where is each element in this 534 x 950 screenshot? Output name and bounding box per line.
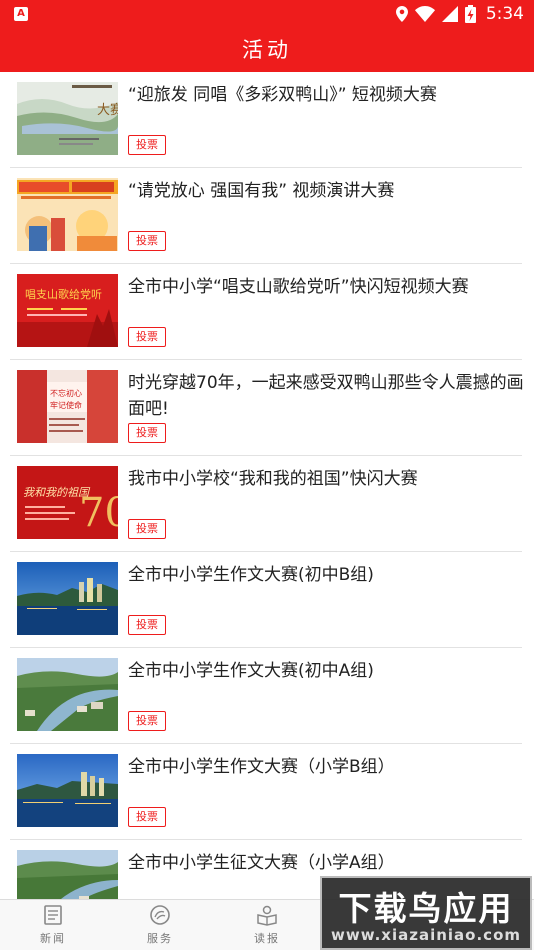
activity-title[interactable]: “迎旅发 同唱《多彩双鸭山》” 短视频大赛 [128,82,524,108]
activity-item[interactable]: 不忘初心 牢记使命 时光穿越70年，一起来感受双鸭山那些令人震撼的画面吧! 投票 [10,360,524,456]
activity-title[interactable]: 全市中小学生作文大赛(初中B组) [128,562,524,588]
status-icons: 5:34 [395,4,524,24]
activity-item[interactable]: 全市中小学生作文大赛(初中B组) 投票 [10,552,522,648]
activity-title[interactable]: 全市中小学“唱支山歌给党听”快闪短视频大赛 [128,274,524,300]
read-paper-icon [257,905,277,926]
activity-title[interactable]: 全市中小学生作文大赛(初中A组) [128,658,524,684]
activity-item[interactable]: 全市中小学生作文大赛（小学B组） 投票 [10,744,522,840]
watermark-logo: 下载鸟应用 www.xiazainiao.com [320,876,532,950]
nav-item-service[interactable]: 服务 [120,904,200,948]
vote-button[interactable]: 投票 [128,423,166,443]
svg-text:不忘初心: 不忘初心 [50,388,82,398]
motherland-poster-image: 我和我的祖国 70 [17,466,118,539]
svg-text:大赛: 大赛 [97,102,118,118]
activity-item[interactable]: 唱支山歌给党听 全市中小学“唱支山歌给党听”快闪短视频大赛 投票 [10,264,522,360]
nav-label: 服务 [147,932,173,945]
activity-item[interactable]: 全市中小学生作文大赛(初中A组) 投票 [10,648,522,744]
activity-title[interactable]: 我市中小学校“我和我的祖国”快闪大赛 [128,466,524,492]
activity-thumbnail: 不忘初心 牢记使命 [17,370,118,443]
activity-thumbnail [17,562,118,635]
wifi-icon [414,6,435,22]
activity-title[interactable]: 全市中小学生征文大赛（小学A组） [128,850,524,876]
vote-button[interactable]: 投票 [128,807,166,827]
activity-thumbnail [17,658,118,731]
river-town-aerial-image [17,658,118,731]
party-poster-image [17,178,118,251]
page-title: 活动 [242,38,292,62]
nav-label: 读报 [254,932,280,945]
activity-thumbnail [17,178,118,251]
svg-text:唱支山歌给党听: 唱支山歌给党听 [25,287,102,301]
svg-text:70: 70 [79,490,118,536]
vote-button[interactable]: 投票 [128,711,166,731]
city-dusk-lake-image [17,754,118,827]
signal-icon [441,6,458,22]
activity-title[interactable]: 全市中小学生作文大赛（小学B组） [128,754,524,780]
location-icon [395,6,408,22]
nav-item-read-paper[interactable]: 读报 [227,904,307,948]
newspaper-icon [44,905,62,925]
red-banner-image: 唱支山歌给党听 [17,274,118,347]
activity-thumbnail [17,754,118,827]
watermark-title: 下载鸟应用 [338,889,514,928]
app-notification-icon: A [14,7,28,21]
nav-label: 新闻 [40,932,66,945]
status-time: 5:34 [485,4,524,24]
service-icon [150,905,170,925]
activity-thumbnail: 唱支山歌给党听 [17,274,118,347]
vote-button[interactable]: 投票 [128,135,166,155]
activity-item[interactable]: 大赛 “迎旅发 同唱《多彩双鸭山》” 短视频大赛 投票 [10,72,522,168]
vote-button[interactable]: 投票 [128,231,166,251]
activity-thumbnail: 我和我的祖国 70 [17,466,118,539]
vote-button[interactable]: 投票 [128,519,166,539]
activity-title[interactable]: “请党放心 强国有我” 视频演讲大赛 [128,178,524,204]
svg-text:牢记使命: 牢记使命 [50,400,82,410]
nav-item-news[interactable]: 新闻 [13,904,93,948]
activity-item[interactable]: 我和我的祖国 70 我市中小学校“我和我的祖国”快闪大赛 投票 [10,456,522,552]
activity-title[interactable]: 时光穿越70年，一起来感受双鸭山那些令人震撼的画面吧! [128,370,524,422]
watermark-url: www.xiazainiao.com [330,926,522,944]
party-memory-poster-image: 不忘初心 牢记使命 [17,370,118,443]
battery-charging-icon [464,5,476,23]
title-bar: 活动 [0,28,534,72]
activity-thumbnail: 大赛 [17,82,118,155]
activity-item[interactable]: “请党放心 强国有我” 视频演讲大赛 投票 [10,168,522,264]
vote-button[interactable]: 投票 [128,615,166,635]
city-night-lake-image [17,562,118,635]
vote-button[interactable]: 投票 [128,327,166,347]
status-bar: A 5:34 [0,0,534,28]
landscape-poster-image: 大赛 [17,82,118,155]
